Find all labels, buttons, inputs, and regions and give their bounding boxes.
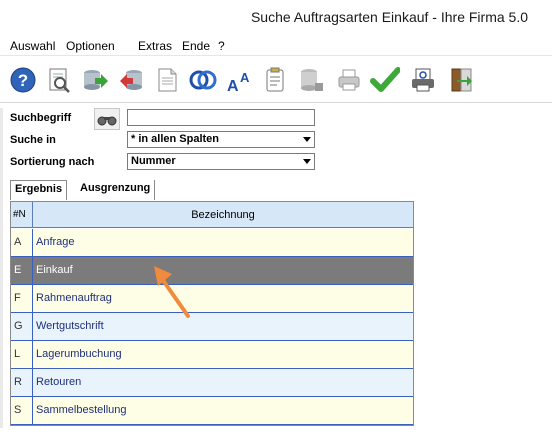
window-title: Suche Auftragsarten Einkauf - Ihre Firma… bbox=[250, 9, 528, 25]
row-code: G bbox=[11, 313, 33, 340]
table-row[interactable]: S Sammelbestellung bbox=[11, 397, 413, 425]
exit-door-icon[interactable] bbox=[444, 63, 478, 97]
clipboard-icon[interactable] bbox=[258, 63, 292, 97]
title-bar: Suche Auftragsarten Einkauf - Ihre Firma… bbox=[0, 0, 552, 36]
menu-help[interactable]: ? bbox=[218, 39, 225, 53]
sort-by-label: Sortierung nach bbox=[10, 156, 95, 168]
print-preview-icon[interactable] bbox=[406, 63, 440, 97]
svg-text:?: ? bbox=[18, 71, 28, 90]
search-term-input[interactable] bbox=[127, 109, 315, 126]
row-name: Lagerumbuchung bbox=[36, 348, 122, 360]
help-icon[interactable]: ? bbox=[6, 63, 40, 97]
chevron-down-icon[interactable] bbox=[299, 154, 314, 169]
search-in-label: Suche in bbox=[10, 134, 56, 146]
annotation-arrow bbox=[154, 266, 190, 318]
row-name: Wertgutschrift bbox=[36, 320, 104, 332]
import-icon[interactable] bbox=[114, 63, 148, 97]
export-icon[interactable] bbox=[78, 63, 112, 97]
menu-ende[interactable]: Ende bbox=[182, 39, 210, 53]
font-size-icon[interactable]: AA bbox=[222, 63, 256, 97]
svg-text:A: A bbox=[240, 70, 250, 85]
search-in-value: * in allen Spalten bbox=[131, 133, 220, 145]
search-in-select[interactable]: * in allen Spalten bbox=[127, 131, 315, 148]
checkmark-icon[interactable] bbox=[368, 63, 402, 97]
row-code: E bbox=[11, 257, 33, 284]
tab-ausgrenzung[interactable]: Ausgrenzung bbox=[76, 180, 156, 200]
row-name: Anfrage bbox=[36, 236, 75, 248]
rings-icon[interactable] bbox=[186, 63, 220, 97]
row-name: Einkauf bbox=[36, 264, 73, 276]
table-row[interactable]: R Retouren bbox=[11, 369, 413, 397]
menu-optionen[interactable]: Optionen bbox=[66, 39, 115, 53]
sort-by-value: Nummer bbox=[131, 155, 176, 167]
table-row[interactable]: F Rahmenauftrag bbox=[11, 285, 413, 313]
binoculars-button[interactable] bbox=[94, 108, 120, 130]
results-grid: #N Bezeichnung A Anfrage E Einkauf F Rahmenau… bbox=[10, 201, 414, 426]
search-term-label: Suchbegriff bbox=[10, 112, 72, 124]
table-row[interactable]: A Anfrage bbox=[11, 229, 413, 257]
window-edge bbox=[0, 108, 3, 428]
preview-icon[interactable] bbox=[42, 63, 76, 97]
row-code: F bbox=[11, 285, 33, 312]
row-code: R bbox=[11, 369, 33, 396]
column-header-code[interactable]: #N bbox=[11, 202, 33, 227]
menu-auswahl[interactable]: Auswahl bbox=[10, 39, 55, 53]
chevron-down-icon[interactable] bbox=[299, 132, 314, 147]
grid-header: #N Bezeichnung bbox=[11, 202, 413, 228]
row-code: L bbox=[11, 341, 33, 368]
database-icon[interactable] bbox=[294, 63, 328, 97]
table-row[interactable]: G Wertgutschrift bbox=[11, 313, 413, 341]
document-icon[interactable] bbox=[150, 63, 184, 97]
row-code: A bbox=[11, 229, 33, 256]
sort-by-select[interactable]: Nummer bbox=[127, 153, 315, 170]
printer-icon[interactable] bbox=[332, 63, 366, 97]
tab-ergebnis[interactable]: Ergebnis bbox=[10, 180, 68, 200]
svg-text:A: A bbox=[227, 78, 239, 94]
row-name: Retouren bbox=[36, 376, 82, 388]
menu-bar: Auswahl Optionen Extras Ende ? bbox=[0, 36, 552, 56]
menu-extras[interactable]: Extras bbox=[138, 39, 172, 53]
column-header-name[interactable]: Bezeichnung bbox=[33, 202, 413, 227]
row-code: S bbox=[11, 397, 33, 424]
table-row[interactable]: E Einkauf bbox=[11, 257, 413, 285]
toolbar: ? AA bbox=[0, 57, 552, 103]
table-row[interactable]: L Lagerumbuchung bbox=[11, 341, 413, 369]
row-name: Sammelbestellung bbox=[36, 404, 127, 416]
binoculars-icon bbox=[97, 116, 117, 126]
row-name: Rahmenauftrag bbox=[36, 292, 112, 304]
